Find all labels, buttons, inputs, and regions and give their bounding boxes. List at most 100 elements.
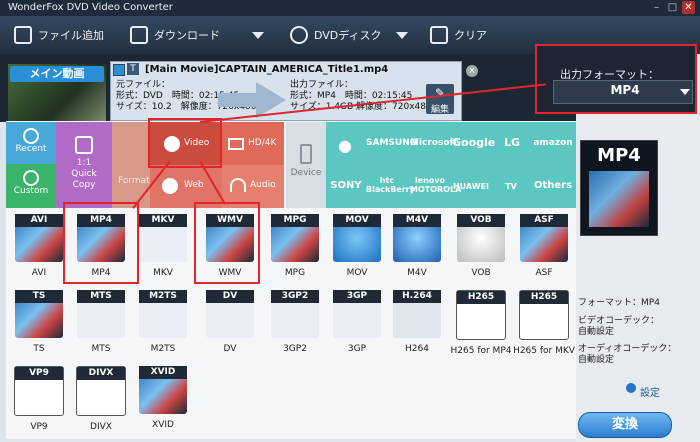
acodec-value: 自動設定 — [578, 355, 615, 365]
format-tag: MKV — [139, 214, 187, 227]
format-tag: VP9 — [15, 367, 63, 380]
format-tag: XVID — [139, 366, 187, 379]
brand-amazon[interactable]: amazon — [532, 138, 574, 148]
format-vob[interactable]: VOB VOB — [448, 214, 514, 278]
clock-icon — [23, 128, 39, 144]
chevron-down-icon[interactable] — [252, 31, 264, 39]
maximize-icon[interactable]: □ — [666, 1, 679, 14]
hd4k-tab[interactable]: HD/4K — [222, 122, 284, 165]
chevron-down-icon[interactable] — [680, 89, 690, 95]
brand-google[interactable]: Google — [452, 136, 495, 149]
gear-icon[interactable] — [626, 383, 636, 393]
format-mpg[interactable]: MPG MPG — [262, 214, 328, 278]
format-h264[interactable]: H.264 H264 — [384, 290, 450, 354]
format-3gp2[interactable]: 3GP2 3GP2 — [262, 290, 328, 354]
format-preview-label: MP4 — [597, 145, 641, 166]
format-label: MOV — [346, 268, 368, 278]
apple-icon[interactable]: ● — [330, 136, 360, 155]
format-h265-mkv[interactable]: H265 H265 for MKV — [511, 290, 577, 356]
device-tab[interactable]: Device — [286, 122, 326, 208]
format-label: ASF — [535, 268, 553, 278]
format-mkv[interactable]: MKV MKV — [130, 214, 196, 278]
download-label: ダウンロード — [154, 29, 220, 42]
subtitle-t-icon[interactable]: T — [127, 63, 139, 75]
trash-icon — [430, 26, 448, 44]
format-label: XVID — [152, 420, 174, 430]
format-label: Format — [118, 176, 150, 186]
brand-microsoft[interactable]: Microsoft — [410, 138, 458, 148]
convert-button[interactable]: 変換 — [578, 412, 672, 438]
recent-tab[interactable]: Recent — [6, 122, 56, 164]
quick-copy-tab[interactable]: 1:1 Quick Copy — [56, 122, 112, 208]
format-asf[interactable]: ASF ASF — [511, 214, 577, 278]
wmv-highlight — [194, 202, 260, 284]
download-icon — [130, 26, 148, 44]
device-label: Device — [290, 168, 322, 178]
vcodec-label: ビデオコーデック： — [578, 316, 660, 326]
add-file-button[interactable]: ファイル追加 — [14, 22, 104, 48]
format-m4v[interactable]: M4V M4V — [384, 214, 450, 278]
minimize-icon[interactable]: – — [650, 1, 663, 14]
video-highlight — [148, 118, 222, 168]
brand-sony[interactable]: SONY — [326, 180, 366, 191]
format-label: VOB — [471, 268, 491, 278]
detail-vcodec: ビデオコーデック： 自動設定 — [578, 316, 659, 338]
brand-samsung[interactable]: SAMSUNG — [366, 138, 417, 148]
format-dv[interactable]: DV DV — [197, 290, 263, 354]
format-h265-mp4[interactable]: H265 H265 for MP4 — [448, 290, 514, 356]
detail-acodec: オーディオコーデック： 自動設定 — [578, 344, 676, 366]
brand-huawei[interactable]: HUAWEI — [452, 182, 490, 191]
format-label: M2TS — [150, 344, 176, 354]
web-label: Web — [184, 180, 204, 190]
brand-htc-blackberry[interactable]: htc BlackBerry — [366, 176, 415, 194]
detail-format: フォーマット：MP4 — [578, 298, 660, 308]
custom-tab[interactable]: Custom — [6, 164, 56, 208]
format-tag: 3GP — [333, 290, 381, 303]
settings-link[interactable]: 設定 — [640, 384, 660, 399]
remove-task-icon[interactable]: × — [466, 65, 478, 77]
output-label: 出力ファイル： — [290, 80, 354, 90]
format-mts[interactable]: MTS MTS — [68, 290, 134, 354]
format-mov[interactable]: MOV MOV — [324, 214, 390, 278]
copy-icon — [75, 136, 93, 154]
format-tag: ASF — [520, 214, 568, 227]
vcodec-value: 自動設定 — [578, 327, 615, 337]
brand-tv[interactable]: TV — [496, 182, 526, 191]
format-ts[interactable]: TS TS — [6, 290, 72, 354]
recent-label: Recent — [15, 144, 47, 154]
format-tag: H.264 — [393, 290, 441, 303]
format-xvid[interactable]: XVID XVID — [130, 366, 196, 430]
format-vp9[interactable]: VP9 VP9 — [6, 366, 72, 432]
brand-lg[interactable]: LG — [492, 136, 532, 149]
window-title: WonderFox DVD Video Converter — [8, 2, 173, 13]
format-label: MPG — [284, 268, 306, 278]
task-checkbox[interactable] — [113, 64, 125, 76]
format-label: MKV — [153, 268, 173, 278]
task-title: [Main Movie]CAPTAIN_AMERICA_Title1.mp4 — [145, 64, 389, 75]
audio-label: Audio — [250, 180, 276, 190]
clear-label: クリア — [454, 29, 487, 42]
format-label: DIVX — [90, 422, 112, 432]
dvd-disc-button[interactable]: DVDディスク — [290, 22, 408, 48]
hd-icon — [228, 138, 244, 150]
format-3gp[interactable]: 3GP 3GP — [324, 290, 390, 354]
download-button[interactable]: ダウンロード — [130, 22, 264, 48]
edit-button[interactable]: ✎ 編集 — [426, 84, 454, 115]
mp4-highlight — [63, 202, 139, 284]
source-label: 元ファイル： — [116, 80, 171, 90]
format-label: DV — [223, 344, 237, 354]
format-tag: MPG — [271, 214, 319, 227]
format-tag: MTS — [77, 290, 125, 303]
chevron-down-icon[interactable] — [395, 31, 408, 39]
brand-lenovo-motorola[interactable]: lenovo MOTOROLA — [410, 176, 461, 194]
add-file-label: ファイル追加 — [38, 29, 104, 42]
quick-copy-label: 1:1 Quick Copy — [71, 158, 97, 190]
brand-others[interactable]: Others — [532, 180, 574, 191]
format-m2ts[interactable]: M2TS M2TS — [130, 290, 196, 354]
format-tag: H265 — [457, 291, 505, 304]
close-icon[interactable]: ✕ — [682, 1, 695, 14]
format-label: H265 for MP4 — [450, 346, 512, 356]
clear-button[interactable]: クリア — [430, 22, 487, 48]
format-divx[interactable]: DIVX DIVX — [68, 366, 134, 432]
phone-icon — [300, 144, 312, 164]
